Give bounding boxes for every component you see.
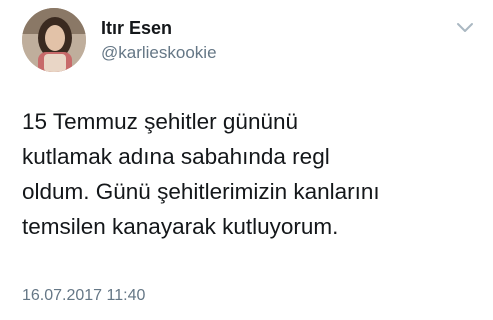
tweet-timestamp[interactable]: 16.07.2017 11:40: [22, 287, 145, 305]
author-name[interactable]: Itır Esen: [101, 18, 172, 39]
tweet-text-line: 15 Temmuz şehitler gününü: [22, 109, 298, 134]
avatar[interactable]: [22, 8, 86, 72]
tweet-text-line: oldum. Günü şehitlerimizin kanlarını: [22, 179, 380, 204]
tweet-text-line: kutlamak adına sabahında regl: [22, 144, 330, 169]
author-handle[interactable]: @karlieskookie: [101, 43, 217, 63]
tweet-card: Itır Esen @karlieskookie 15 Temmuz şehit…: [0, 0, 493, 320]
tweet-text: 15 Temmuz şehitler gününü kutlamak adına…: [22, 104, 482, 244]
tweet-text-line: temsilen kanayarak kutluyorum.: [22, 214, 339, 239]
chevron-down-icon[interactable]: [456, 22, 474, 34]
avatar-photo-icon: [22, 8, 86, 72]
